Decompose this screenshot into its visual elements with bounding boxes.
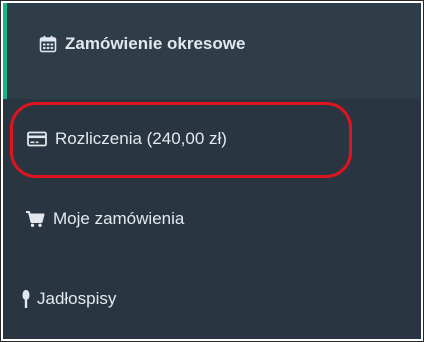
sidebar-item-label: Moje zamówienia <box>53 209 185 228</box>
sidebar: Zamówienie okresowe Rozliczenia (240,00 … <box>3 3 421 339</box>
calendar-icon <box>39 35 57 53</box>
sidebar-item-billing[interactable]: Rozliczenia (240,00 zł) <box>3 99 421 179</box>
cutlery-icon <box>21 289 31 309</box>
window-frame: Zamówienie okresowe Rozliczenia (240,00 … <box>0 0 424 342</box>
sidebar-item-menus[interactable]: Jadłospisy <box>3 259 421 339</box>
sidebar-item-label: Rozliczenia (240,00 zł) <box>55 129 227 148</box>
sidebar-item-periodic-order[interactable]: Zamówienie okresowe <box>3 3 421 99</box>
sidebar-item-my-orders[interactable]: Moje zamówienia <box>3 179 421 259</box>
sidebar-item-label: Zamówienie okresowe <box>65 34 246 53</box>
shopping-cart-icon <box>25 210 45 228</box>
credit-card-icon <box>27 131 47 147</box>
sidebar-item-label: Jadłospisy <box>37 289 117 308</box>
